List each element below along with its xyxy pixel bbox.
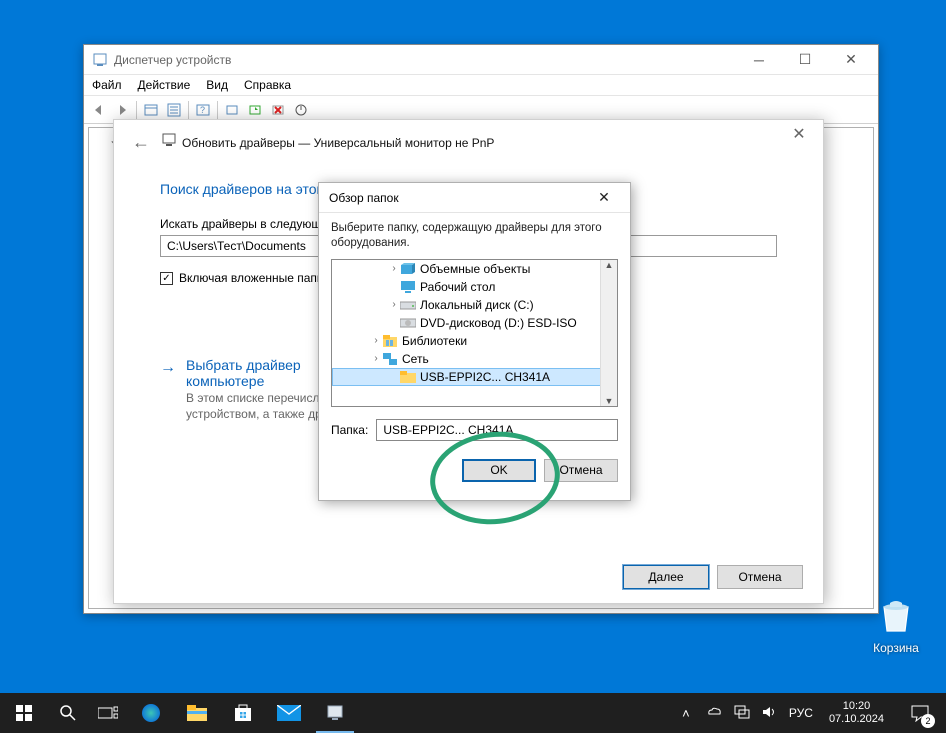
volume-icon[interactable] (761, 705, 779, 722)
svg-text:?: ? (200, 105, 205, 115)
expand-icon[interactable]: › (370, 335, 382, 346)
menu-file[interactable]: Файл (84, 76, 130, 94)
browse-folder-dialog: Обзор папок ✕ Выберите папку, содержащую… (318, 182, 631, 501)
start-button[interactable] (0, 693, 48, 733)
tree-item[interactable]: › Локальный диск (C:) (332, 296, 617, 314)
tree-item-label: Библиотеки (402, 334, 467, 348)
menu-help[interactable]: Справка (236, 76, 299, 94)
tree-item[interactable]: › Библиотеки (332, 332, 617, 350)
folder-input[interactable] (376, 419, 618, 441)
update-icon[interactable] (244, 99, 266, 121)
minimize-button[interactable]: ─ (736, 45, 782, 74)
tree-item-label: Локальный диск (C:) (420, 298, 534, 312)
wizard-back-icon[interactable]: ← (132, 132, 150, 153)
clock-time: 10:20 (829, 700, 884, 713)
desktop-icon (400, 280, 416, 294)
taskbar: ˄ РУС 10:20 07.10.2024 2 (0, 693, 946, 733)
arrow-right-icon: → (160, 359, 176, 421)
wizard-close-button[interactable]: ✕ (783, 124, 815, 148)
prop-icon[interactable] (163, 99, 185, 121)
maximize-button[interactable]: ☐ (782, 45, 828, 74)
menu-view[interactable]: Вид (198, 76, 236, 94)
folder-icon (400, 370, 416, 384)
link-title-2: компьютере (186, 373, 322, 389)
search-icon[interactable] (48, 693, 88, 733)
folder-label: Папка: (331, 423, 368, 437)
onedrive-icon[interactable] (705, 706, 723, 721)
systray: ˄ РУС 10:20 07.10.2024 2 (677, 693, 946, 733)
window-title: Диспетчер устройств (114, 53, 736, 67)
uninstall-icon[interactable] (267, 99, 289, 121)
show-hidden-icon[interactable] (140, 99, 162, 121)
ok-button[interactable]: OK (462, 459, 536, 482)
folder-tree[interactable]: › Объемные объекты Рабочий стол › Локальный … (331, 259, 618, 407)
help-icon[interactable]: ? (192, 99, 214, 121)
titlebar[interactable]: Диспетчер устройств ─ ☐ ✕ (84, 45, 878, 75)
tree-item[interactable]: DVD-дисковод (D:) ESD-ISO (332, 314, 617, 332)
tree-item-label: Рабочий стол (420, 280, 495, 294)
store-icon[interactable] (220, 693, 266, 733)
tree-item-label: Объемные объекты (420, 262, 530, 276)
recycle-bin[interactable]: Корзина (866, 595, 926, 655)
tree-item-label: DVD-дисковод (D:) ESD-ISO (420, 316, 577, 330)
tree-item[interactable]: › Сеть (332, 350, 617, 368)
link-desc-1: В этом списке перечисл (186, 391, 322, 405)
tree-item[interactable]: USB-EPPI2C... CH341A (332, 368, 617, 386)
back-icon[interactable] (88, 99, 110, 121)
menu-action[interactable]: Действие (130, 76, 199, 94)
tray-up-icon[interactable]: ˄ (677, 706, 695, 721)
browse-desc: Выберите папку, содержащую драйверы для … (319, 213, 630, 259)
link-title: Выбрать драйвер (186, 357, 322, 373)
dvd-icon (400, 316, 416, 330)
clock-date: 07.10.2024 (829, 713, 884, 726)
include-sub-checkbox[interactable]: ✓ (160, 272, 173, 285)
forward-icon[interactable] (111, 99, 133, 121)
recycle-bin-label: Корзина (873, 641, 919, 655)
devmgr-taskbar-icon[interactable] (312, 693, 358, 733)
monitor-icon (162, 133, 176, 152)
tree-item-label: USB-EPPI2C... CH341A (420, 370, 550, 384)
browse-close-button[interactable]: ✕ (584, 189, 624, 206)
expand-icon[interactable]: › (370, 353, 382, 364)
cancel-button[interactable]: Отмена (717, 565, 803, 589)
3d-icon (400, 262, 416, 276)
expand-icon[interactable]: › (388, 263, 400, 274)
browse-cancel-button[interactable]: Отмена (544, 459, 618, 482)
notif-badge: 2 (921, 714, 935, 728)
include-sub-label: Включая вложенные папк (179, 271, 322, 285)
network-icon[interactable] (733, 705, 751, 722)
scrollbar[interactable]: ▲▼ (600, 260, 617, 406)
lib-icon (382, 334, 398, 348)
task-view-icon[interactable] (88, 693, 128, 733)
expand-icon[interactable]: › (388, 299, 400, 310)
disable-icon[interactable] (290, 99, 312, 121)
scan-icon[interactable] (221, 99, 243, 121)
menubar: Файл Действие Вид Справка (84, 75, 878, 96)
close-button[interactable]: ✕ (828, 45, 874, 74)
devmgr-icon (92, 52, 108, 68)
tree-item[interactable]: Рабочий стол (332, 278, 617, 296)
drive-icon (400, 298, 416, 312)
clock[interactable]: 10:20 07.10.2024 (823, 700, 890, 725)
edge-icon[interactable] (128, 693, 174, 733)
tree-item-label: Сеть (402, 352, 429, 366)
link-desc-2: устройством, а также др (186, 407, 322, 421)
explorer-icon[interactable] (174, 693, 220, 733)
net-icon (382, 352, 398, 366)
notification-icon[interactable]: 2 (900, 693, 940, 733)
next-button[interactable]: Далее (623, 565, 709, 589)
wizard-title: Обновить драйверы — Универсальный монито… (182, 136, 494, 150)
mail-icon[interactable] (266, 693, 312, 733)
browse-title: Обзор папок (329, 191, 584, 205)
tree-item[interactable]: › Объемные объекты (332, 260, 617, 278)
language-indicator[interactable]: РУС (789, 706, 813, 720)
